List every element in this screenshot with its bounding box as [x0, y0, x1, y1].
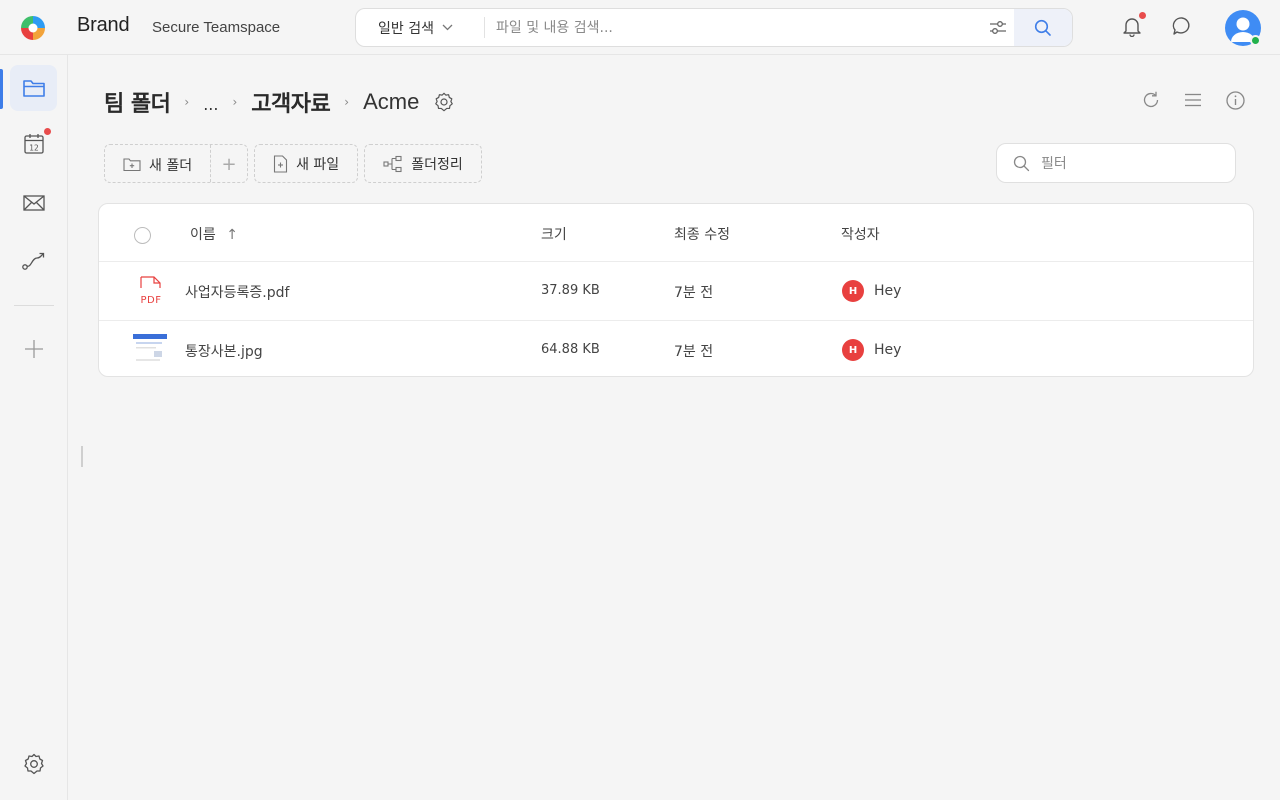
search-divider	[484, 17, 485, 38]
brand-subtitle: Secure Teamspace	[152, 19, 281, 36]
mail-icon	[22, 195, 45, 211]
chat-bubble-icon[interactable]	[1171, 15, 1193, 37]
rail-settings[interactable]	[10, 741, 57, 787]
left-rail: 12	[0, 55, 68, 800]
filter-box	[996, 143, 1236, 183]
organize-folder-button[interactable]: 폴더정리	[364, 144, 482, 183]
rail-separator	[14, 305, 54, 306]
online-status-dot	[1250, 35, 1261, 46]
search-type-label: 일반 검색	[378, 20, 434, 37]
search-input[interactable]	[496, 13, 976, 42]
file-modified: 7분 전	[674, 344, 714, 360]
organize-folder-label: 폴더정리	[411, 156, 463, 173]
search-icon	[1034, 19, 1051, 36]
breadcrumb: 팀 폴더 › ... › 고객자료 › Acme	[104, 86, 455, 118]
select-all-checkbox[interactable]	[134, 227, 151, 244]
chevron-down-icon	[442, 24, 453, 31]
file-author: Hey	[874, 342, 902, 358]
new-folder-more-button[interactable]: +	[211, 145, 247, 184]
author-avatar: H	[842, 339, 864, 361]
list-view-icon[interactable]	[1183, 90, 1203, 110]
rail-workflow[interactable]	[10, 238, 57, 284]
folder-settings-icon[interactable]	[433, 91, 455, 113]
file-size: 64.88 KB	[541, 342, 600, 357]
new-file-label: 새 파일	[296, 156, 340, 173]
column-header-modified[interactable]: 최종 수정	[674, 224, 730, 244]
calendar-day: 12	[29, 144, 39, 153]
breadcrumb-ellipsis[interactable]: ...	[203, 91, 218, 114]
author-avatar: H	[842, 280, 864, 302]
workflow-icon	[21, 252, 44, 270]
column-name-label: 이름	[190, 227, 216, 243]
table-row[interactable]: PDF 사업자등록증.pdf 37.89 KB 7분 전 H Hey	[99, 262, 1253, 320]
image-file-icon	[132, 333, 168, 365]
breadcrumb-parent[interactable]: 고객자료	[251, 86, 330, 118]
file-name[interactable]: 사업자등록증.pdf	[185, 282, 289, 302]
rail-active-indicator	[0, 69, 3, 109]
folder-tree-icon	[383, 155, 402, 172]
chevron-right-icon: ›	[184, 95, 190, 109]
breadcrumb-current[interactable]: Acme	[363, 89, 419, 115]
info-icon[interactable]	[1225, 90, 1246, 111]
column-header-author[interactable]: 작성자	[841, 224, 880, 244]
file-table: 이름 ↑ 크기 최종 수정 작성자 PDF 사업자등록증.pdf 37.89 K…	[98, 203, 1254, 377]
search-options-icon[interactable]	[988, 19, 1008, 36]
pdf-file-icon: PDF	[137, 276, 165, 306]
brand-logo-icon[interactable]	[20, 15, 46, 41]
new-folder-button[interactable]: 새 폴더	[105, 145, 210, 184]
global-search: 일반 검색	[355, 8, 1073, 47]
file-size: 37.89 KB	[541, 283, 600, 298]
folder-icon	[22, 80, 45, 97]
search-button[interactable]	[1014, 9, 1072, 46]
chevron-right-icon: ›	[344, 95, 350, 109]
file-plus-icon	[274, 154, 288, 173]
rail-add[interactable]	[10, 326, 57, 372]
breadcrumb-root[interactable]: 팀 폴더	[104, 86, 171, 118]
table-row[interactable]: 통장사본.jpg 64.88 KB 7분 전 H Hey	[99, 320, 1253, 376]
file-author: Hey	[874, 283, 902, 299]
search-type-dropdown[interactable]: 일반 검색	[356, 9, 484, 46]
pdf-type-label: PDF	[141, 295, 162, 306]
new-folder-label: 새 폴더	[149, 157, 193, 174]
folder-plus-icon	[123, 158, 141, 172]
file-name[interactable]: 통장사본.jpg	[185, 341, 263, 361]
calendar-notification-dot	[44, 128, 51, 135]
filter-input[interactable]	[1041, 150, 1221, 177]
new-file-button[interactable]: 새 파일	[254, 144, 359, 183]
file-modified: 7분 전	[674, 285, 714, 301]
settings-icon	[23, 753, 44, 775]
brand-name: Brand	[77, 14, 130, 36]
table-header: 이름 ↑ 크기 최종 수정 작성자	[99, 204, 1253, 262]
column-header-size[interactable]: 크기	[541, 224, 567, 244]
folder-toolbar: 새 폴더 + 새 파일 폴더정리	[104, 144, 482, 183]
top-header: Brand Secure Teamspace 일반 검색	[0, 0, 1280, 55]
column-header-name[interactable]: 이름 ↑	[190, 224, 238, 244]
rail-folder[interactable]	[10, 65, 57, 111]
sort-ascending-icon: ↑	[226, 227, 238, 243]
search-icon	[1013, 155, 1030, 172]
rail-mail[interactable]	[10, 180, 57, 226]
calendar-icon: 12	[23, 134, 44, 154]
panel-resize-handle[interactable]	[81, 446, 83, 467]
add-icon	[24, 340, 43, 358]
refresh-icon[interactable]	[1141, 90, 1161, 110]
rail-calendar[interactable]: 12	[10, 121, 57, 167]
chevron-right-icon: ›	[232, 95, 238, 109]
notification-dot	[1139, 12, 1146, 19]
new-folder-group: 새 폴더 +	[104, 144, 249, 184]
